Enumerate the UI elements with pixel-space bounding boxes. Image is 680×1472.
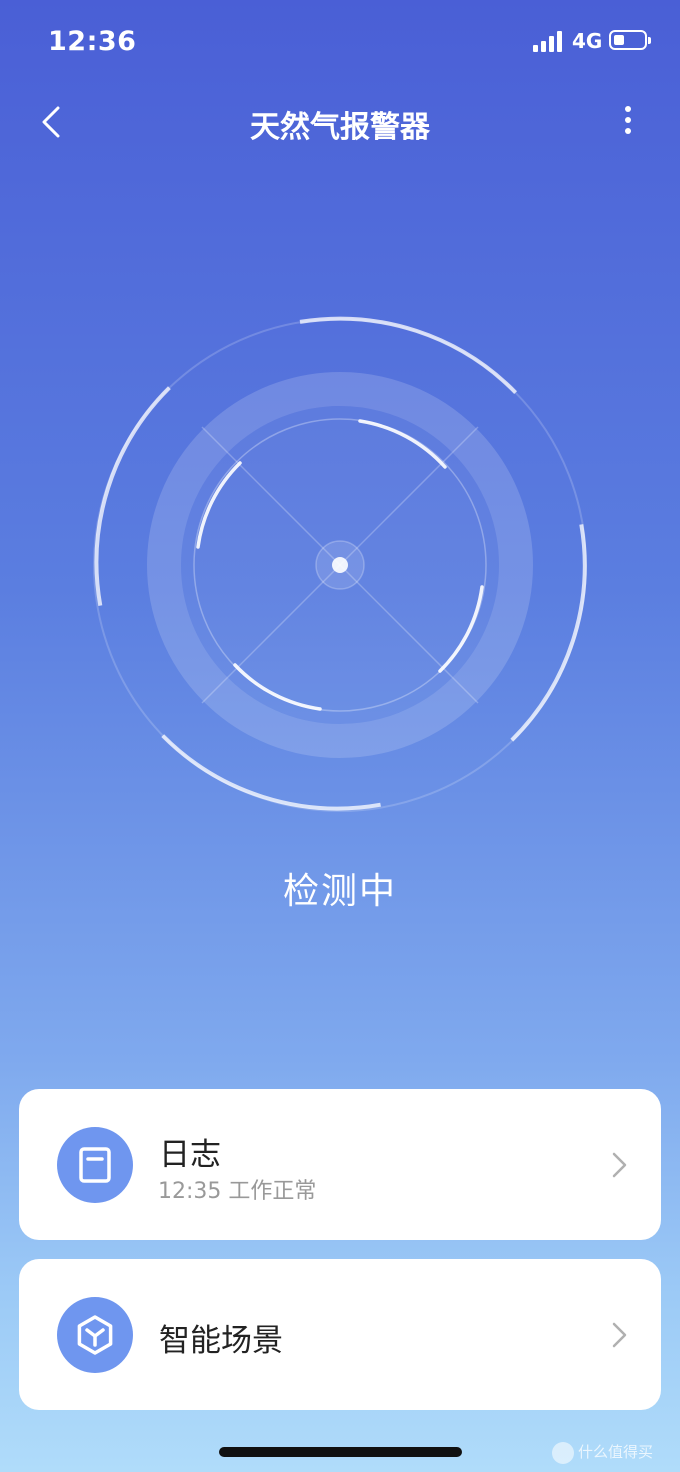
network-type: 4G bbox=[572, 29, 603, 53]
watermark: 什么值得买 bbox=[552, 1438, 674, 1466]
signal-strength-icon bbox=[533, 30, 565, 52]
watermark-text: 什么值得买 bbox=[578, 1443, 654, 1461]
nav-bar: 天然气报警器 bbox=[0, 90, 680, 154]
log-subtitle: 12:35 工作正常 bbox=[158, 1179, 317, 1204]
home-indicator[interactable] bbox=[219, 1447, 462, 1457]
chevron-right-icon bbox=[612, 1152, 627, 1178]
hexagon-scene-icon bbox=[57, 1297, 133, 1373]
chevron-right-icon bbox=[612, 1322, 627, 1348]
page-title: 天然气报警器 bbox=[250, 110, 430, 145]
log-card[interactable]: 日志 12:35 工作正常 bbox=[19, 1089, 661, 1240]
gas-detector-radar bbox=[93, 316, 587, 812]
status-time: 12:36 bbox=[48, 26, 137, 57]
smart-scene-title: 智能场景 bbox=[159, 1323, 283, 1359]
battery-icon bbox=[609, 30, 651, 50]
watermark-logo-icon bbox=[552, 1441, 574, 1464]
log-book-icon bbox=[57, 1127, 133, 1203]
more-options-button[interactable] bbox=[604, 98, 652, 146]
log-title: 日志 bbox=[159, 1137, 221, 1173]
more-vertical-icon bbox=[625, 106, 631, 134]
smart-scene-card[interactable]: 智能场景 bbox=[19, 1259, 661, 1410]
status-bar: 12:36 4G bbox=[0, 0, 680, 84]
detection-status: 检测中 bbox=[282, 871, 397, 912]
